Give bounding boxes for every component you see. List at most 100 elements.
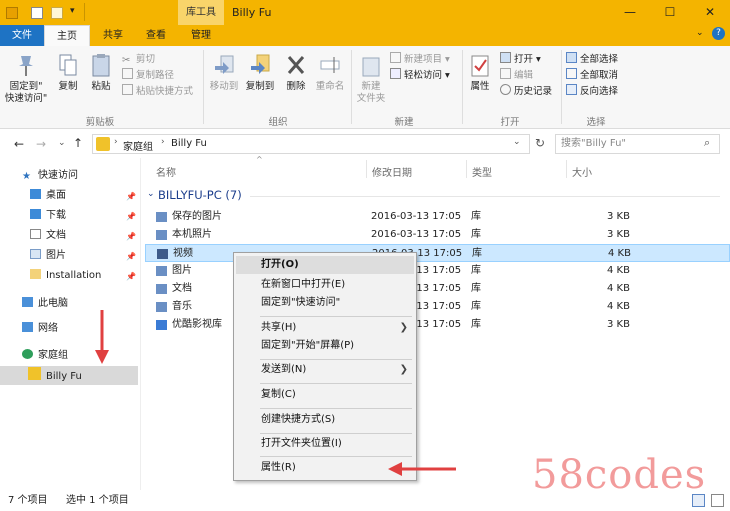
nav-desktop[interactable]: 桌面: [30, 187, 66, 205]
menu-item-create-shortcut[interactable]: 创建快捷方式(S): [261, 411, 335, 429]
paste-shortcut-button[interactable]: 粘贴快捷方式: [122, 84, 193, 100]
copy-button[interactable]: 复制: [54, 52, 82, 93]
file-row[interactable]: 保存的图片 2016-03-13 17:05 库 3 KB: [145, 208, 730, 226]
group-divider: [462, 50, 463, 124]
help-icon[interactable]: ?: [712, 27, 725, 40]
nav-network[interactable]: 网络: [22, 320, 58, 338]
up-arrow-icon[interactable]: ↑: [73, 136, 83, 150]
rename-button[interactable]: 重命名: [312, 52, 348, 93]
menu-item-open-location[interactable]: 打开文件夹位置(I): [261, 435, 342, 453]
close-button[interactable]: ✕: [690, 0, 730, 25]
delete-button[interactable]: 删除: [282, 52, 310, 93]
homegroup-user-icon: [96, 137, 110, 151]
copy-path-button[interactable]: 复制路径: [122, 68, 174, 84]
nav-this-pc[interactable]: 此电脑: [22, 295, 68, 313]
file-size: 4 KB: [607, 265, 630, 276]
breadcrumb-homegroup[interactable]: 家庭组: [123, 138, 153, 153]
tab-share[interactable]: 共享: [92, 25, 134, 46]
search-icon: ⌕: [704, 136, 711, 149]
column-divider[interactable]: [566, 160, 567, 178]
move-to-button[interactable]: 移动到: [206, 52, 242, 93]
column-modified[interactable]: 修改日期: [372, 164, 412, 179]
menu-item-share[interactable]: 共享(H): [261, 319, 296, 337]
nav-downloads[interactable]: 下载: [30, 207, 66, 225]
details-view-icon[interactable]: [692, 494, 705, 507]
nav-installation[interactable]: Installation: [30, 267, 101, 285]
copy-to-button[interactable]: 复制到: [242, 52, 278, 93]
nav-documents-label: 文档: [46, 230, 66, 241]
menu-item-open[interactable]: 打开(O): [236, 256, 414, 274]
refresh-icon[interactable]: ↻: [535, 136, 545, 150]
column-type[interactable]: 类型: [472, 164, 492, 179]
large-icons-view-icon[interactable]: [711, 494, 724, 507]
group-collapse-icon[interactable]: ⌄: [147, 189, 155, 199]
invert-selection-button[interactable]: 反向选择: [566, 84, 618, 100]
nav-this-pc-label: 此电脑: [38, 298, 68, 309]
address-bar[interactable]: › 家庭组 › Billy Fu ⌄: [92, 134, 530, 154]
pin-icon: 📌: [126, 192, 136, 201]
edit-label: 编辑: [514, 70, 534, 81]
nav-homegroup[interactable]: 家庭组: [22, 347, 68, 365]
menu-item-pin-start[interactable]: 固定到"开始"屏幕(P): [261, 337, 354, 355]
select-all-button[interactable]: 全部选择: [566, 52, 618, 68]
column-size[interactable]: 大小: [572, 164, 592, 179]
tab-view[interactable]: 查看: [136, 25, 176, 46]
nav-billy-fu[interactable]: Billy Fu: [28, 367, 82, 385]
divider: [84, 3, 85, 21]
menu-item-open-new-window[interactable]: 在新窗口中打开(E): [261, 276, 345, 294]
new-folder-quick-icon[interactable]: [51, 7, 63, 19]
forward-arrow-icon[interactable]: →: [36, 137, 46, 151]
breadcrumb-billy[interactable]: Billy Fu: [171, 138, 207, 149]
search-input[interactable]: 搜索"Billy Fu": [555, 134, 720, 154]
file-size: 4 KB: [607, 301, 630, 312]
column-divider[interactable]: [366, 160, 367, 178]
recent-locations-icon[interactable]: ⌄: [58, 138, 66, 148]
open-button[interactable]: 打开 ▾: [500, 52, 541, 68]
menu-item-copy[interactable]: 复制(C): [261, 386, 296, 404]
pin-icon: 📌: [126, 232, 136, 241]
tab-library-tools[interactable]: 库工具: [178, 0, 224, 25]
tab-manage[interactable]: 管理: [178, 25, 224, 46]
pin-quick-access-button[interactable]: 固定到" 快速访问": [4, 52, 48, 105]
tab-home[interactable]: 主页: [44, 25, 90, 46]
new-item-button[interactable]: 新建项目 ▾: [390, 52, 450, 68]
pin-icon: 📌: [126, 212, 136, 221]
edit-button[interactable]: 编辑: [500, 68, 533, 84]
back-arrow-icon[interactable]: ←: [14, 137, 24, 151]
address-dropdown-icon[interactable]: ⌄: [513, 137, 521, 147]
easy-access-button[interactable]: 轻松访问 ▾: [390, 68, 450, 84]
paste-button[interactable]: 粘贴: [86, 52, 116, 93]
cut-button[interactable]: ✂ 剪切: [122, 52, 155, 68]
new-item-label: 新建项目: [404, 54, 443, 65]
file-row[interactable]: 本机照片 2016-03-13 17:05 库 3 KB: [145, 226, 730, 244]
column-divider[interactable]: [466, 160, 467, 178]
new-folder-button[interactable]: 新建 文件夹: [354, 52, 388, 105]
easy-access-label: 轻松访问: [404, 70, 443, 81]
maximize-button[interactable]: ☐: [650, 0, 690, 25]
collapse-ribbon-icon[interactable]: ⌄: [696, 28, 704, 38]
menu-item-properties[interactable]: 属性(R): [261, 459, 296, 477]
nav-network-label: 网络: [38, 323, 58, 334]
minimize-button[interactable]: —: [610, 0, 650, 25]
select-none-button[interactable]: 全部取消: [566, 68, 618, 84]
quick-access-dropdown-icon[interactable]: ▾: [70, 6, 75, 16]
group-header[interactable]: BILLYFU-PC (7): [158, 188, 242, 202]
nav-pictures[interactable]: 图片: [30, 247, 66, 265]
properties-button[interactable]: 属性: [466, 52, 494, 93]
edit-icon: [500, 68, 511, 79]
column-name[interactable]: 名称: [156, 164, 176, 179]
file-size: 4 KB: [607, 283, 630, 294]
nav-quick-access-label: 快速访问: [38, 170, 78, 181]
nav-documents[interactable]: 文档: [30, 227, 66, 245]
tab-file[interactable]: 文件: [0, 25, 44, 46]
history-button[interactable]: 历史记录: [500, 84, 552, 100]
file-size: 3 KB: [607, 319, 630, 330]
nav-quick-access[interactable]: ★ 快速访问: [22, 167, 78, 185]
properties-check-icon[interactable]: [31, 7, 43, 19]
submenu-chevron-icon: ❯: [399, 364, 408, 375]
group-divider: [351, 50, 352, 124]
select-group-label: 选择: [586, 117, 606, 128]
menu-item-pin-quick-access[interactable]: 固定到"快速访问": [261, 294, 340, 312]
library-icon: [156, 320, 167, 330]
menu-item-send-to[interactable]: 发送到(N): [261, 361, 306, 379]
